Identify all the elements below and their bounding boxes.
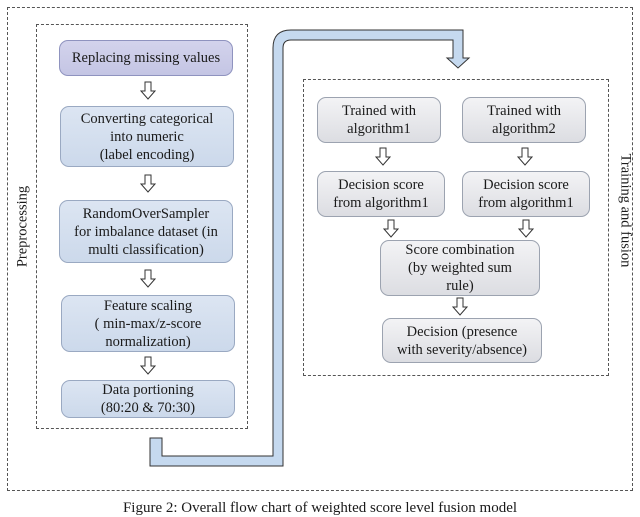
- step-final-decision: Decision (presence with severity/absence…: [382, 318, 542, 363]
- down-arrow-icon: [516, 147, 534, 166]
- step-trained-algorithm2: Trained with algorithm2: [462, 97, 586, 143]
- down-arrow-icon: [382, 219, 400, 238]
- down-arrow-icon: [451, 297, 469, 316]
- step-trained-algorithm1: Trained with algorithm1: [317, 97, 441, 143]
- down-arrow-icon: [517, 219, 535, 238]
- step-score-combination: Score combination (by weighted sum rule): [380, 240, 540, 296]
- step-decision-score-2: Decision score from algorithm1: [462, 171, 590, 217]
- figure-caption: Figure 2: Overall flow chart of weighted…: [122, 500, 518, 516]
- training-fusion-label: Training and fusion: [617, 153, 634, 268]
- down-arrow-icon: [374, 147, 392, 166]
- step-decision-score-1: Decision score from algorithm1: [317, 171, 445, 217]
